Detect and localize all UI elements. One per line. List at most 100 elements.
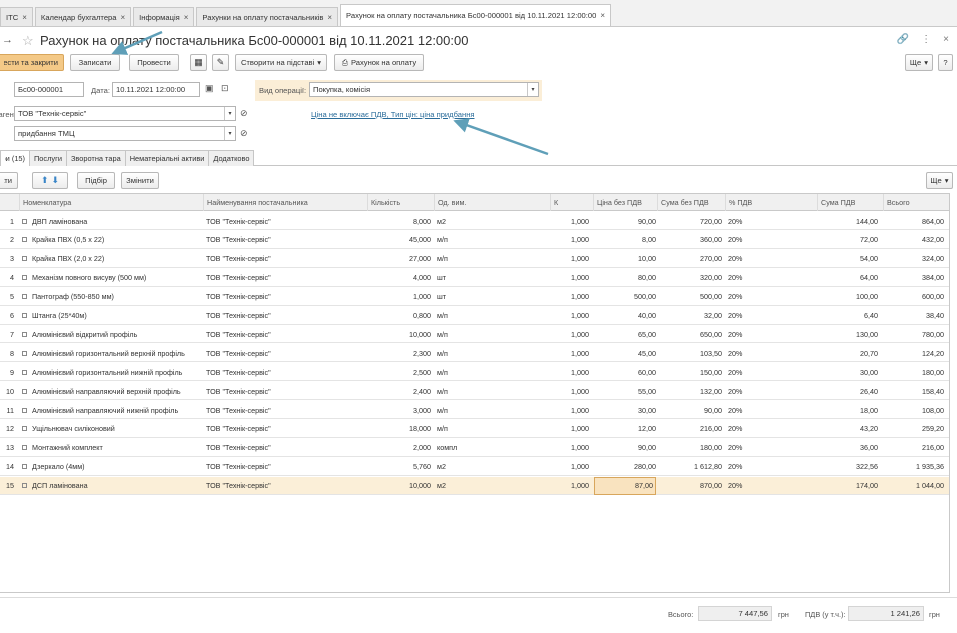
cell-qty[interactable]: 1,000	[360, 288, 431, 306]
col-qty-header[interactable]: Кількість	[367, 194, 429, 211]
cell-vat[interactable]: 20%	[728, 325, 812, 343]
cell-price[interactable]: 500,00	[594, 288, 656, 306]
cell-vat[interactable]: 20%	[728, 401, 812, 419]
cell-vat-sum[interactable]: 130,00	[808, 325, 878, 343]
table-row[interactable]: 4 Механізм повного висуву (500 мм) ТОВ "Те…	[0, 269, 949, 287]
price-type-link[interactable]: Ціна не включає ПДВ, Тип цін: ціна придб…	[311, 110, 475, 119]
col-supplier-header[interactable]: Найменування постачальника	[203, 194, 365, 211]
cell-k[interactable]: 1,000	[540, 420, 589, 438]
cell-total[interactable]: 216,00	[880, 439, 944, 457]
cell-sum[interactable]: 132,00	[660, 382, 722, 400]
close-icon[interactable]: ×	[120, 13, 125, 22]
cell-unit[interactable]: м/п	[437, 250, 543, 268]
cell-qty[interactable]: 5,760	[360, 458, 431, 476]
cell-item[interactable]: Механізм повного висуву (500 мм)	[22, 269, 198, 287]
cell-supplier[interactable]: ТОВ "Технік-сервіс"	[206, 269, 362, 287]
cell-price[interactable]: 90,00	[594, 439, 656, 457]
cell-k[interactable]: 1,000	[540, 344, 589, 362]
cell-k[interactable]: 1,000	[540, 231, 589, 249]
cell-unit[interactable]: м/п	[437, 401, 543, 419]
cell-price[interactable]: 45,00	[594, 344, 656, 362]
post-close-button[interactable]: Провести та закрити	[0, 54, 64, 71]
cell-k[interactable]: 1,000	[540, 269, 589, 287]
open-link-icon[interactable]: ⊘	[240, 128, 248, 139]
more-button[interactable]: Ще ▾	[905, 54, 933, 71]
cell-item[interactable]: ДВП ламінована	[22, 212, 198, 230]
col-vat-sum-header[interactable]: Сума ПДВ	[817, 194, 875, 211]
cell-k[interactable]: 1,000	[540, 439, 589, 457]
cell-n[interactable]: 7	[0, 325, 14, 343]
cell-item[interactable]: Алюмінієвий направляючий нижній профіль	[22, 401, 198, 419]
cell-vat[interactable]: 20%	[728, 363, 812, 381]
contract-field[interactable]: придбання ТМЦ ▾	[14, 126, 236, 141]
cell-vat[interactable]: 20%	[728, 288, 812, 306]
cell-price[interactable]: 8,00	[594, 231, 656, 249]
link-icon[interactable]: 🔗	[897, 34, 909, 45]
create-basis-button[interactable]: Створити на підставі ▾	[235, 54, 327, 71]
cell-vat-sum[interactable]: 6,40	[808, 307, 878, 325]
number-field[interactable]: Бс00-000001	[14, 82, 84, 97]
select-button[interactable]: Підбір	[77, 172, 115, 189]
calendar-icon[interactable]: ▣	[205, 83, 214, 94]
cell-total[interactable]: 600,00	[880, 288, 944, 306]
cell-supplier[interactable]: ТОВ "Технік-сервіс"	[206, 420, 362, 438]
table-row[interactable]: 5 Пантограф (550-850 мм) ТОВ "Технік-серві…	[0, 288, 949, 306]
col-price-header[interactable]: Ціна без ПДВ	[593, 194, 655, 211]
cell-n[interactable]: 4	[0, 269, 14, 287]
cell-sum[interactable]: 32,00	[660, 307, 722, 325]
cell-qty[interactable]: 4,000	[360, 269, 431, 287]
cell-vat[interactable]: 20%	[728, 382, 812, 400]
cell-unit[interactable]: м/п	[437, 344, 543, 362]
cell-total[interactable]: 324,00	[880, 250, 944, 268]
cell-vat[interactable]: 20%	[728, 250, 812, 268]
cell-item[interactable]: Дзеркало (4мм)	[22, 458, 198, 476]
cell-supplier[interactable]: ТОВ "Технік-сервіс"	[206, 344, 362, 362]
cell-total[interactable]: 108,00	[880, 401, 944, 419]
change-button[interactable]: Змінити	[121, 172, 159, 189]
cell-total[interactable]: 124,20	[880, 344, 944, 362]
cell-item[interactable]: Крайка ПВХ (2,0 х 22)	[22, 250, 198, 268]
table-row[interactable]: 8 Алюмінієвий горизонтальний верхній проф…	[0, 344, 949, 363]
cell-n[interactable]: 3	[0, 250, 14, 268]
cell-supplier[interactable]: ТОВ "Технік-сервіс"	[206, 307, 362, 325]
cell-vat-sum[interactable]: 54,00	[808, 250, 878, 268]
cell-n[interactable]: 12	[0, 420, 14, 438]
cell-vat-sum[interactable]: 322,56	[808, 458, 878, 476]
col-sum-header[interactable]: Сума без ПДВ	[657, 194, 719, 211]
counterparty-field[interactable]: ТОВ "Технік-сервіс" ▾	[14, 106, 236, 121]
cell-qty[interactable]: 3,000	[360, 401, 431, 419]
cell-vat-sum[interactable]: 100,00	[808, 288, 878, 306]
post-button[interactable]: Провести	[129, 54, 179, 71]
cell-vat[interactable]: 20%	[728, 307, 812, 325]
cell-sum[interactable]: 103,50	[660, 344, 722, 362]
cell-item[interactable]: Алюмінієвий направляючий верхній профіль	[22, 382, 198, 400]
cell-n[interactable]: 13	[0, 439, 14, 457]
cell-vat[interactable]: 20%	[728, 477, 812, 495]
tab-accountant-calendar[interactable]: Календар бухгалтера ×	[34, 7, 132, 26]
tab-its[interactable]: ІТС ×	[0, 7, 33, 26]
cell-total[interactable]: 780,00	[880, 325, 944, 343]
cell-item[interactable]: ДСП ламінована	[22, 477, 198, 495]
tab-intangible-assets[interactable]: Нематеріальні активи	[124, 150, 210, 166]
cell-vat[interactable]: 20%	[728, 212, 812, 230]
cell-qty[interactable]: 18,000	[360, 420, 431, 438]
help-button[interactable]: ?	[938, 54, 953, 71]
more-icon[interactable]: ⋮	[921, 34, 931, 45]
chevron-down-icon[interactable]: ▾	[224, 107, 235, 120]
cell-vat-sum[interactable]: 174,00	[808, 477, 878, 495]
table-row[interactable]: 7 Алюмінієвий відкритий профіль ТОВ "Техні…	[0, 325, 949, 344]
cell-n[interactable]: 6	[0, 307, 14, 325]
cell-vat[interactable]: 20%	[728, 458, 812, 476]
cell-supplier[interactable]: ТОВ "Технік-сервіс"	[206, 401, 362, 419]
cell-vat[interactable]: 20%	[728, 420, 812, 438]
cell-vat[interactable]: 20%	[728, 269, 812, 287]
cell-supplier[interactable]: ТОВ "Технік-сервіс"	[206, 439, 362, 457]
table-row[interactable]: 12 Ущільнювач силіконовий ТОВ "Технік-серв…	[0, 420, 949, 438]
arrow-up-icon[interactable]: ⬆	[41, 175, 49, 186]
cell-total[interactable]: 158,40	[880, 382, 944, 400]
table-row[interactable]: 2 Крайка ПВХ (0,5 х 22) ТОВ "Технік-сервіс…	[0, 231, 949, 249]
operation-select[interactable]: Покупка, комісія ▾	[309, 82, 539, 97]
cell-sum[interactable]: 360,00	[660, 231, 722, 249]
col-item-header[interactable]: Номенклатура	[19, 194, 201, 211]
cell-n[interactable]: 2	[0, 231, 14, 249]
